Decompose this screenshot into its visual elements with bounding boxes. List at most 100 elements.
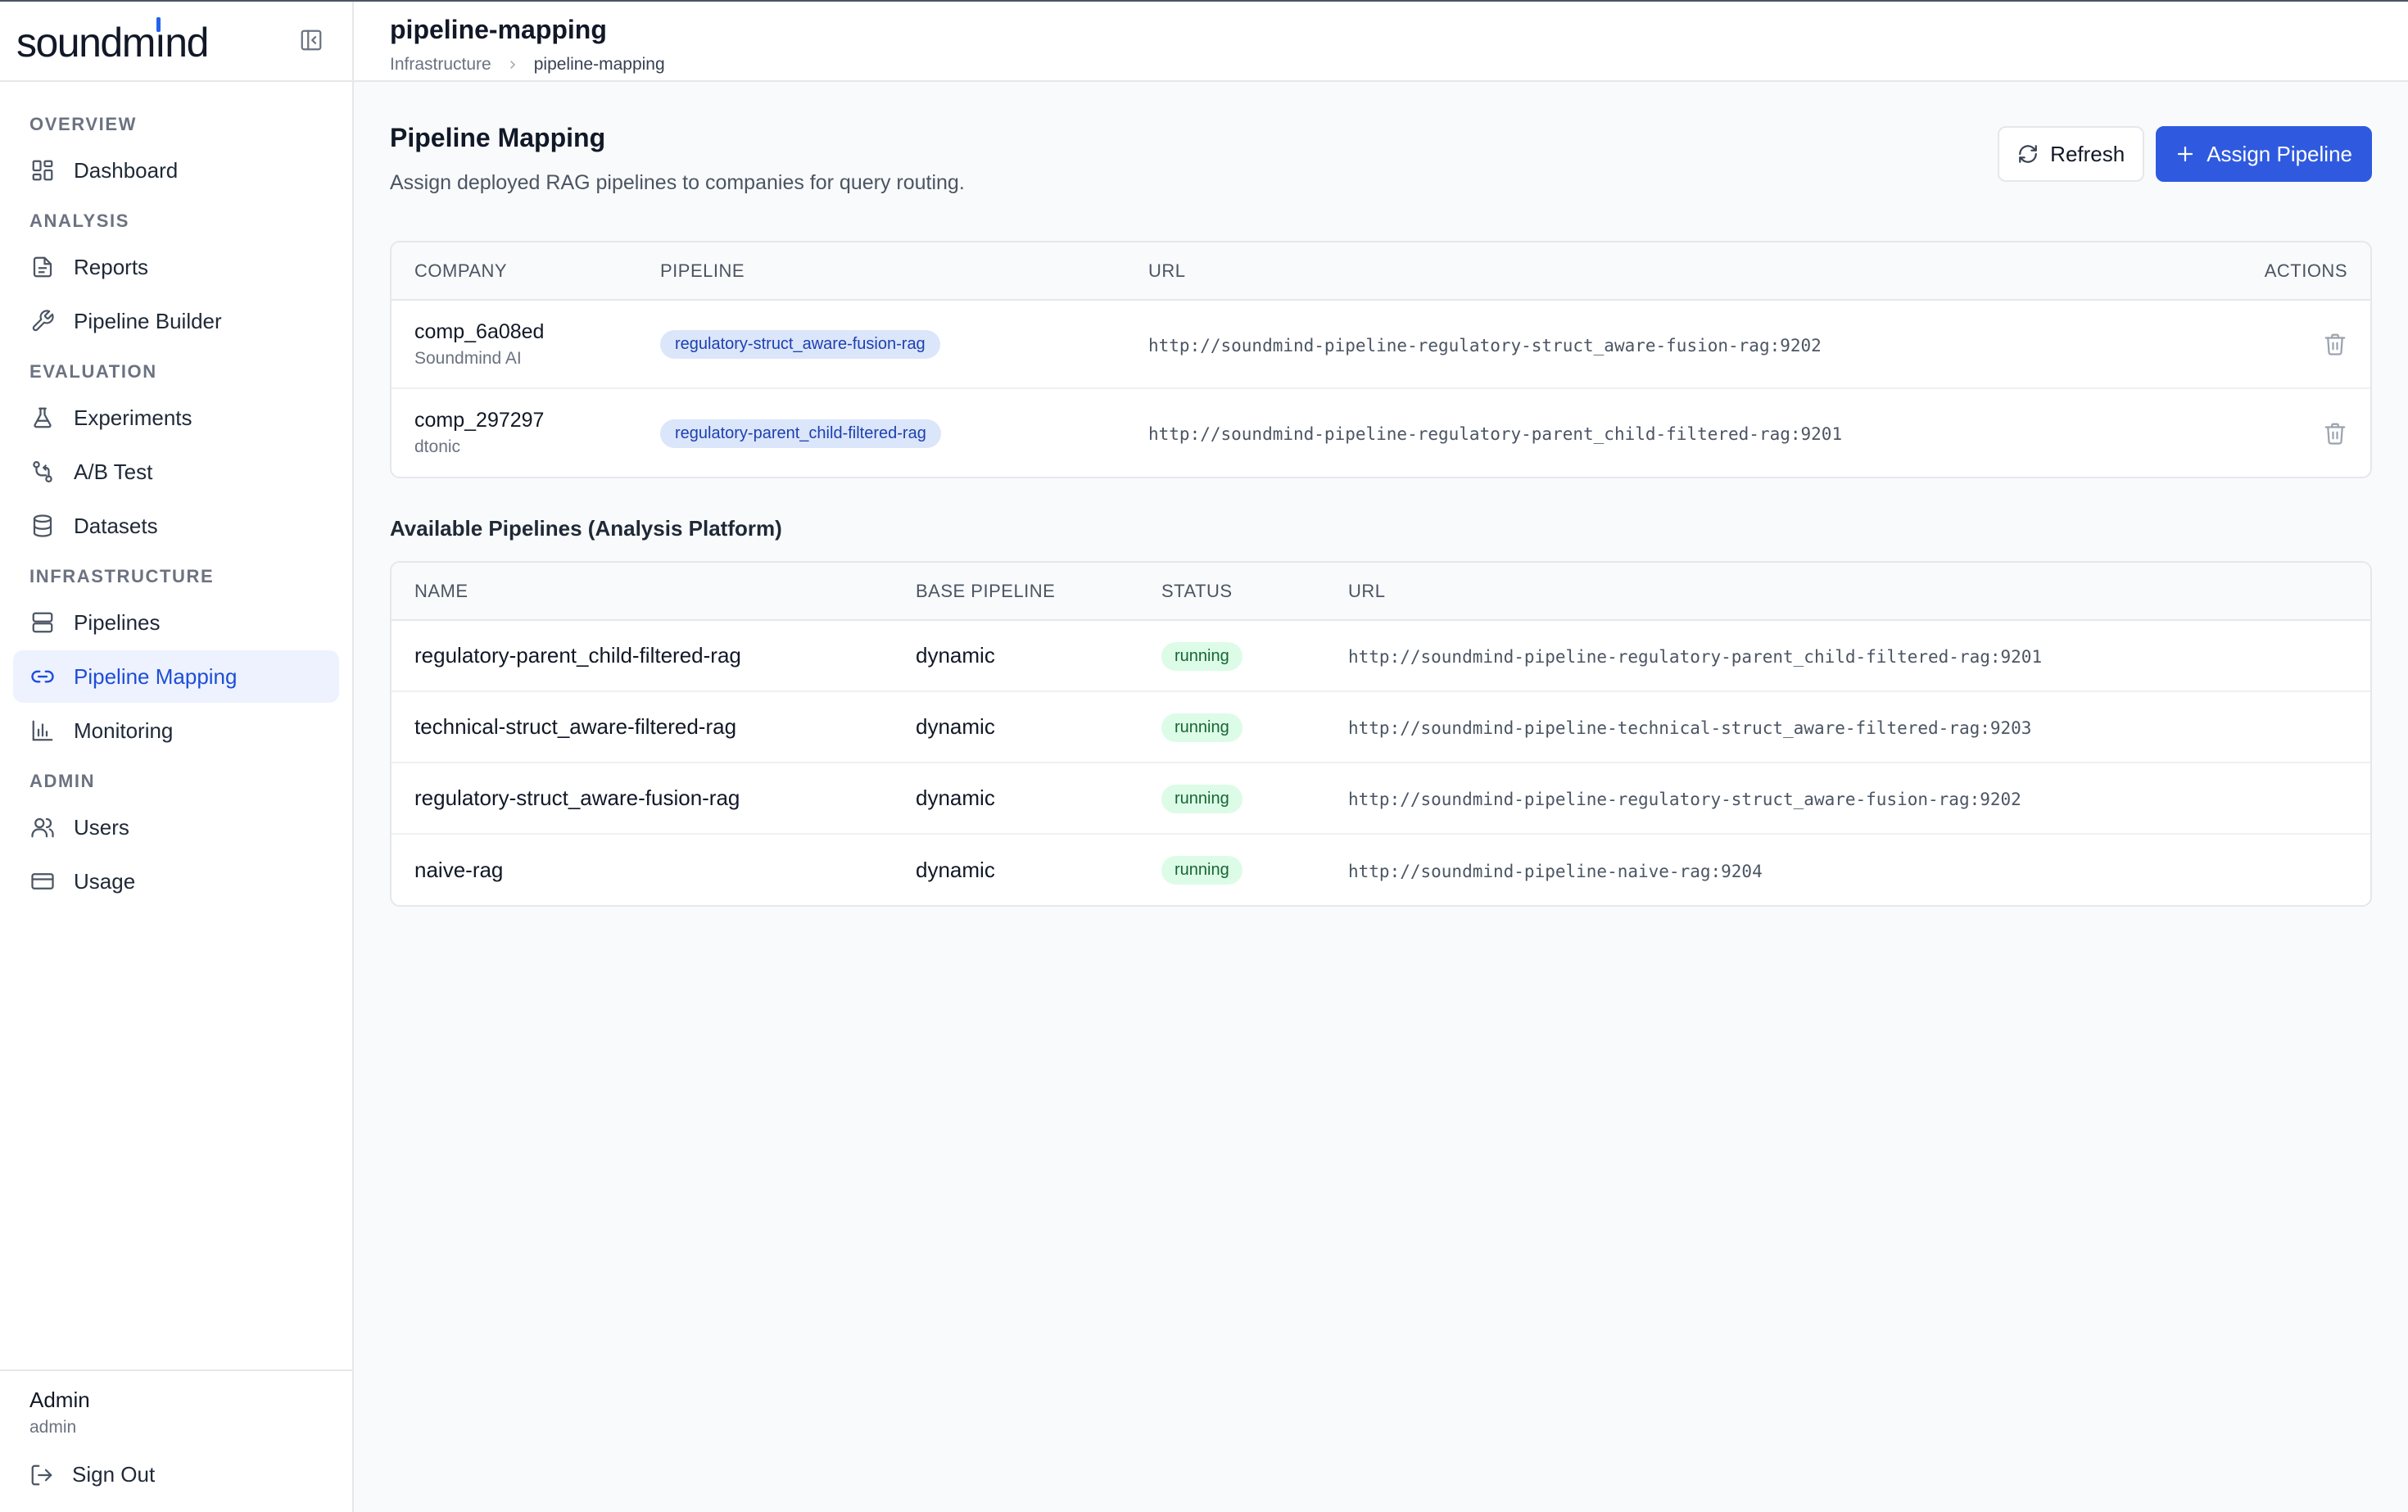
- column-header: PIPELINE: [637, 242, 1125, 301]
- sidebar-item-users[interactable]: Users: [13, 801, 339, 853]
- flask-icon: [34, 407, 52, 428]
- brand-wordmark: soundmı nd: [16, 17, 209, 63]
- column-header: ACTIONS: [2223, 242, 2370, 301]
- page-header: Pipeline Mapping Assign deployed RAG pip…: [390, 123, 2372, 195]
- sidebar-item-dashboard[interactable]: Dashboard: [13, 144, 339, 197]
- refresh-icon: [2019, 145, 2038, 163]
- breadcrumb-item-current: pipeline-mapping: [533, 55, 665, 74]
- pipeline-badge: regulatory-parent_child-filtered-rag: [660, 419, 941, 448]
- base-pipeline: dynamic: [893, 763, 1138, 835]
- sidebar-item-pipeline-builder[interactable]: Pipeline Builder: [13, 295, 339, 347]
- pipeline-url: http://soundmind-pipeline-regulatory-par…: [1348, 647, 2043, 667]
- plus-icon: [2178, 146, 2193, 162]
- breadcrumb: Infrastructure pipeline-mapping: [390, 55, 2372, 75]
- mapping-table: COMPANY PIPELINE URL ACTIONS comp_6a08ed…: [392, 242, 2370, 477]
- users-icon: [31, 817, 54, 838]
- bar-chart-icon: [32, 720, 53, 741]
- table-header-row: NAME BASE PIPELINE STATUS URL: [392, 563, 2370, 621]
- nav-section-title: OVERVIEW: [29, 114, 137, 134]
- company-name: dtonic: [414, 437, 461, 456]
- top-header: pipeline-mapping Infrastructure pipeline…: [354, 0, 2408, 82]
- table-header-row: COMPANY PIPELINE URL ACTIONS: [392, 242, 2370, 301]
- sidebar-item-label: Pipeline Builder: [74, 308, 222, 333]
- mapping-table-card: COMPANY PIPELINE URL ACTIONS comp_6a08ed…: [390, 241, 2372, 478]
- available-pipelines-table: NAME BASE PIPELINE STATUS URL regulatory…: [392, 563, 2370, 905]
- sidebar-item-label: Datasets: [74, 513, 158, 538]
- sidebar-item-monitoring[interactable]: Monitoring: [13, 704, 339, 757]
- page-title: Pipeline Mapping: [390, 123, 606, 152]
- table-row: regulatory-parent_child-filtered-rag dyn…: [392, 620, 2370, 692]
- header-title: pipeline-mapping: [390, 15, 607, 44]
- sidebar-item-datasets[interactable]: Datasets: [13, 500, 339, 552]
- sidebar-item-pipeline-mapping[interactable]: Pipeline Mapping: [13, 650, 339, 703]
- dashboard-icon: [32, 160, 53, 181]
- sidebar-item-ab-test[interactable]: A/B Test: [13, 446, 339, 498]
- sidebar-item-label: A/B Test: [74, 459, 153, 484]
- delete-mapping-icon[interactable]: [2323, 332, 2347, 356]
- chevron-right-icon: [509, 61, 515, 69]
- status-badge: running: [1161, 641, 1242, 671]
- table-row: comp_6a08ed Soundmind AI regulatory-stru…: [392, 300, 2370, 389]
- pipeline-name: regulatory-struct_aware-fusion-rag: [392, 763, 893, 835]
- pipeline-url: http://soundmind-pipeline-regulatory-str…: [1348, 790, 2021, 809]
- delete-mapping-icon[interactable]: [2323, 421, 2347, 446]
- sidebar-item-label: Dashboard: [74, 157, 179, 183]
- sidebar-nav: OVERVIEW Dashboard ANALYSIS Reports Pipe…: [0, 82, 352, 908]
- table-row: naive-rag dynamic running http://soundmi…: [392, 834, 2370, 905]
- company-name: Soundmind AI: [414, 348, 522, 368]
- card-icon: [31, 873, 54, 890]
- base-pipeline: dynamic: [916, 857, 995, 882]
- assign-pipeline-button[interactable]: Assign Pipeline: [2156, 126, 2372, 182]
- nav-section-title: EVALUATION: [29, 361, 157, 382]
- wrench-icon: [32, 310, 54, 332]
- sidebar-item-label: Pipelines: [74, 609, 161, 635]
- pipeline-url: http://soundmind-pipeline-regulatory-str…: [1148, 335, 1822, 355]
- pipeline-name: technical-struct_aware-filtered-rag: [392, 691, 893, 763]
- user-name: Admin: [29, 1388, 90, 1412]
- sidebar-item-pipelines[interactable]: Pipelines: [13, 596, 339, 649]
- user-role: admin: [29, 1418, 77, 1437]
- sidebar-item-label: Monitoring: [74, 718, 174, 743]
- pipeline-name: regulatory-parent_child-filtered-rag: [392, 620, 893, 692]
- column-header: BASE PIPELINE: [893, 563, 1138, 621]
- sidebar-item-usage[interactable]: Usage: [13, 855, 339, 908]
- sidebar-item-label: Users: [74, 814, 129, 840]
- base-pipeline: dynamic: [893, 691, 1138, 763]
- column-header: STATUS: [1138, 563, 1325, 621]
- status-badge: running: [1161, 856, 1242, 885]
- pipeline-name: naive-rag: [414, 857, 504, 882]
- nav-section-title: INFRASTRUCTURE: [29, 566, 215, 586]
- brand-accent-letter: ı: [155, 17, 166, 63]
- main-content: Pipeline Mapping Assign deployed RAG pip…: [354, 82, 2408, 1512]
- panel-collapse-icon: [301, 29, 322, 51]
- column-header: URL: [1125, 242, 2223, 301]
- page-actions: Refresh Assign Pipeline: [1998, 126, 2372, 182]
- status-badge: running: [1161, 713, 1242, 742]
- sign-out-button[interactable]: Sign Out: [29, 1462, 323, 1487]
- column-header: COMPANY: [392, 242, 637, 301]
- company-id: comp_6a08ed: [414, 319, 545, 343]
- table-row: regulatory-struct_aware-fusion-rag dynam…: [392, 763, 2370, 835]
- server-icon: [32, 612, 53, 633]
- sidebar-item-label: Reports: [74, 254, 149, 279]
- sidebar: soundmı nd OVERVIEW Dashboard ANALYSIS Re…: [0, 0, 354, 1512]
- brand-logo[interactable]: soundmı nd: [16, 17, 209, 63]
- table-row: comp_297297 dtonic regulatory-parent_chi…: [392, 388, 2370, 477]
- sidebar-item-label: Usage: [74, 868, 136, 894]
- nav-section-title: ADMIN: [29, 771, 96, 791]
- sidebar-item-experiments[interactable]: Experiments: [13, 392, 339, 444]
- refresh-button[interactable]: Refresh: [1998, 126, 2145, 182]
- page-subtitle: Assign deployed RAG pipelines to compani…: [390, 171, 965, 194]
- assign-pipeline-label: Assign Pipeline: [2207, 141, 2352, 166]
- pipeline-url: http://soundmind-pipeline-technical-stru…: [1348, 718, 2032, 738]
- breadcrumb-item-infrastructure[interactable]: Infrastructure: [390, 55, 491, 75]
- link-icon: [31, 670, 54, 683]
- company-id: comp_297297: [414, 409, 545, 432]
- pipeline-url: http://soundmind-pipeline-naive-rag:9204: [1348, 861, 1763, 881]
- table-row: technical-struct_aware-filtered-rag dyna…: [392, 691, 2370, 763]
- sign-out-label: Sign Out: [72, 1462, 156, 1487]
- sidebar-item-label: Pipeline Mapping: [74, 663, 238, 689]
- sidebar-collapse-button[interactable]: [295, 24, 328, 57]
- sidebar-item-reports[interactable]: Reports: [13, 241, 339, 293]
- nav-section-title: ANALYSIS: [29, 211, 130, 231]
